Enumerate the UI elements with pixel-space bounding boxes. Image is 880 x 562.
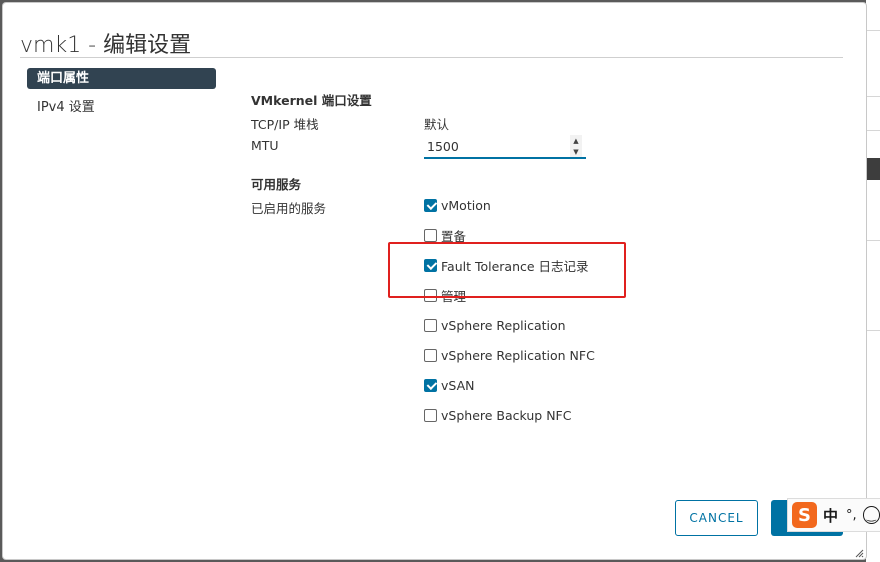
service-label: vSphere Replication NFC: [441, 347, 595, 363]
service-vsphere-replication-nfc[interactable]: vSphere Replication NFC: [424, 347, 595, 363]
background-divider: [866, 30, 880, 31]
mtu-field: ▲ ▼: [424, 135, 586, 159]
checkbox-unchecked-icon[interactable]: [424, 228, 437, 242]
checkbox-unchecked-icon[interactable]: [424, 348, 437, 362]
service-vsphere-replication[interactable]: vSphere Replication: [424, 317, 566, 333]
checkbox-unchecked-icon[interactable]: [424, 318, 437, 332]
checkbox-checked-icon[interactable]: [424, 258, 437, 272]
tcpip-value: 默认: [424, 117, 450, 132]
mtu-spinner: ▲ ▼: [570, 135, 582, 157]
service-label: vSAN: [441, 377, 475, 393]
service-management[interactable]: 管理: [424, 287, 467, 304]
mtu-input[interactable]: [424, 135, 569, 157]
service-label: vSphere Backup NFC: [441, 407, 572, 423]
vmkernel-section-title: VMkernel 端口设置: [251, 93, 372, 108]
nav-item-label: IPv4 设置: [37, 100, 95, 115]
service-vsphere-backup-nfc[interactable]: vSphere Backup NFC: [424, 407, 571, 423]
checkbox-unchecked-icon[interactable]: [424, 408, 437, 422]
background-divider: [866, 330, 880, 331]
service-label: Fault Tolerance 日志记录: [441, 258, 589, 274]
nav-item-label: 端口属性: [37, 71, 90, 86]
service-vsan[interactable]: vSAN: [424, 377, 474, 393]
enabled-services-label: 已启用的服务: [251, 201, 327, 216]
tcpip-label: TCP/IP 堆栈: [251, 117, 319, 132]
nav-item-port-properties[interactable]: 端口属性: [27, 68, 216, 89]
service-label: vSphere Replication: [441, 317, 566, 333]
sogou-logo-icon[interactable]: S: [792, 502, 817, 528]
checkbox-checked-icon[interactable]: [424, 198, 437, 212]
smile-icon[interactable]: ‿: [862, 506, 880, 524]
dialog-title: vmk1 - 编辑设置: [20, 33, 192, 58]
background-divider: [866, 240, 880, 241]
service-fault-tolerance-logging[interactable]: Fault Tolerance 日志记录: [424, 257, 589, 274]
title-divider: [20, 57, 843, 58]
services-section-title: 可用服务: [251, 177, 302, 192]
resize-grip-icon[interactable]: [854, 548, 864, 558]
spin-up-icon[interactable]: ▲: [570, 135, 582, 146]
background-divider: [866, 130, 880, 131]
edit-settings-dialog: vmk1 - 编辑设置 端口属性 IPv4 设置 VMkernel 端口设置 T…: [3, 3, 866, 559]
ime-mode-toggle[interactable]: 中: [823, 505, 838, 526]
mtu-label: MTU: [251, 138, 279, 153]
background-divider: [866, 96, 880, 97]
service-label: vMotion: [441, 197, 491, 213]
checkbox-unchecked-icon[interactable]: [424, 288, 437, 302]
checkbox-checked-icon[interactable]: [424, 378, 437, 392]
service-label: 管理: [441, 288, 467, 304]
spin-down-icon[interactable]: ▼: [570, 146, 582, 157]
background-panel: [866, 0, 880, 562]
service-label: 置备: [441, 228, 467, 244]
nav-item-ipv4-settings[interactable]: IPv4 设置: [27, 97, 216, 118]
service-provisioning[interactable]: 置备: [424, 227, 467, 244]
ime-toolbar[interactable]: S 中 °, ‿: [787, 498, 880, 532]
service-vmotion[interactable]: vMotion: [424, 197, 491, 213]
background-row-selected: [866, 158, 880, 180]
cancel-button[interactable]: CANCEL: [675, 500, 758, 536]
ime-punctuation-toggle[interactable]: °,: [846, 508, 857, 523]
